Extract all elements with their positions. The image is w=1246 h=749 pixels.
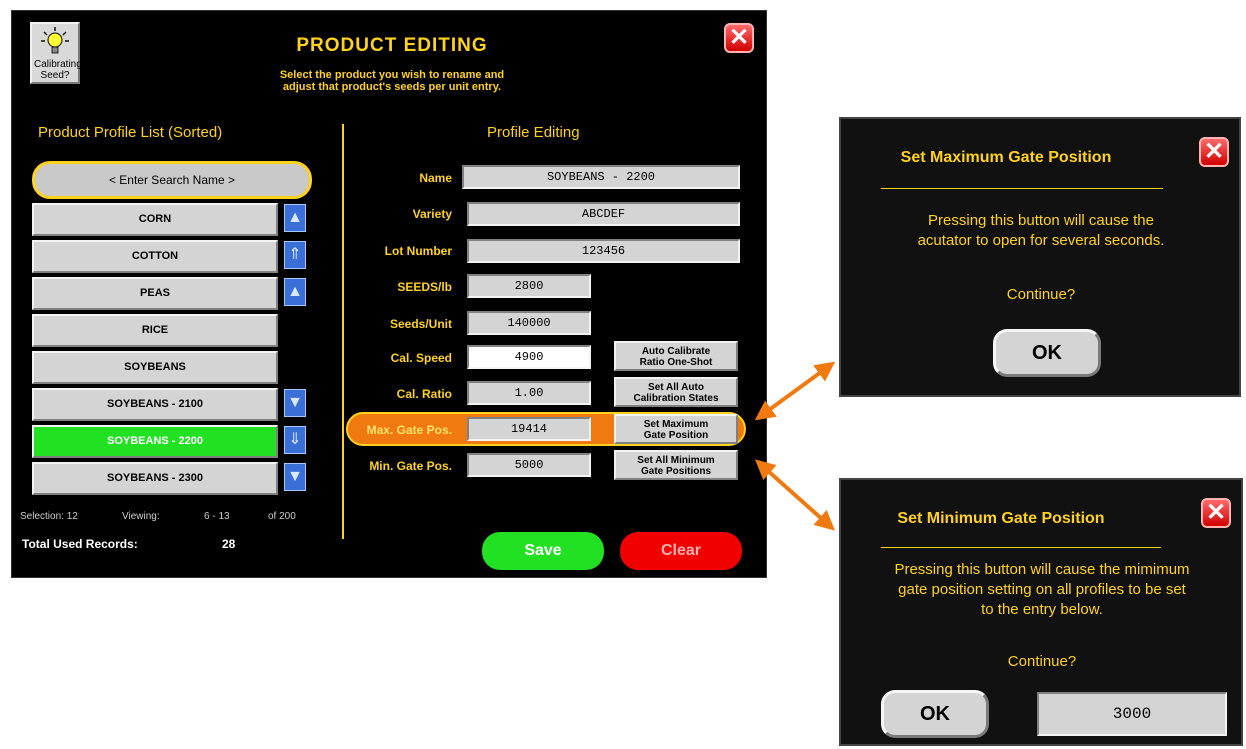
- close-icon: ✕: [1203, 138, 1225, 165]
- close-icon: ✕: [1205, 499, 1227, 526]
- dialog-min-close-button[interactable]: ✕: [1201, 498, 1231, 528]
- dialog-min-message: Pressing this button will cause the mimi…: [841, 560, 1243, 620]
- dialog-max-close-button[interactable]: ✕: [1199, 137, 1229, 167]
- dialog-min-title: Set Minimum Gate Position: [897, 510, 1105, 527]
- dialog-min-line-1: Pressing this button will cause the mimi…: [894, 561, 1190, 578]
- callout-arrow-max: [754, 361, 836, 421]
- dialog-max-title: Set Maximum Gate Position: [900, 149, 1112, 166]
- dialog-min-line-2: gate position setting on all profiles to…: [898, 581, 1186, 598]
- dialog-max-line-1: Pressing this button will cause the: [928, 212, 1154, 229]
- set-maximum-gate-dialog: Set Maximum Gate Position ✕ Pressing thi…: [839, 117, 1241, 397]
- minimum-gate-entry[interactable]: 3000: [1037, 692, 1227, 736]
- dialog-max-message: Pressing this button will cause the acut…: [841, 211, 1241, 251]
- dialog-min-line-3: to the entry below.: [981, 601, 1103, 618]
- dialog-max-rule: [881, 188, 1163, 189]
- dialog-min-rule: [881, 547, 1161, 548]
- set-minimum-gate-dialog: Set Minimum Gate Position ✕ Pressing thi…: [839, 478, 1243, 746]
- dialog-max-line-2: acutator to open for several seconds.: [917, 232, 1165, 249]
- dialog-min-ok-button[interactable]: OK: [881, 690, 989, 738]
- dialog-min-continue: Continue?: [1007, 653, 1077, 670]
- dialog-max-ok-button[interactable]: OK: [993, 329, 1101, 377]
- dialog-max-continue: Continue?: [1006, 286, 1076, 303]
- callout-arrow-min: [755, 459, 835, 531]
